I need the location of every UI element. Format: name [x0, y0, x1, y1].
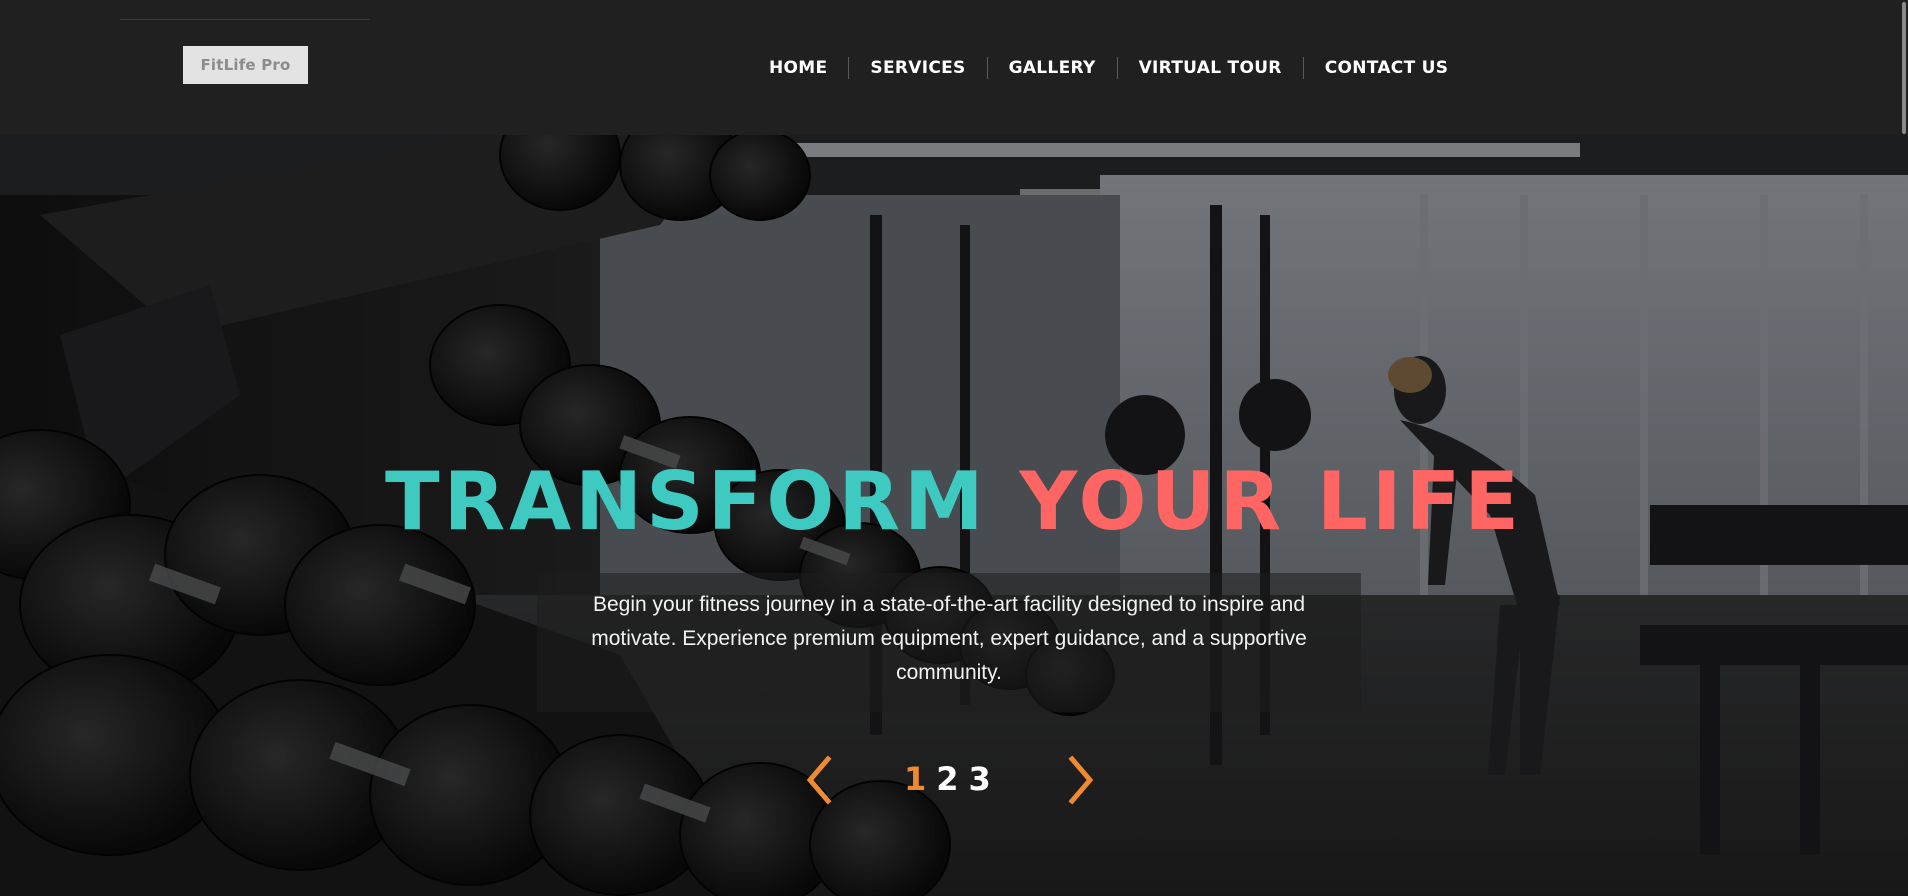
- nav-contact-us[interactable]: CONTACT US: [1304, 57, 1470, 79]
- hero-description: Begin your fitness journey in a state-of…: [591, 593, 1307, 684]
- site-logo[interactable]: FitLife Pro: [183, 46, 308, 84]
- hero-title-highlight-2: YOUR LIFE: [1019, 455, 1523, 548]
- chevron-left-icon[interactable]: [800, 755, 840, 805]
- slide-page-2[interactable]: 2: [936, 757, 958, 801]
- slider-controls: 1 2 3: [0, 755, 1908, 805]
- scrollbar-thumb[interactable]: [1902, 2, 1906, 134]
- main-nav: HOME SERVICES GALLERY VIRTUAL TOUR CONTA…: [748, 52, 1469, 84]
- slide-page-3[interactable]: 3: [969, 757, 991, 801]
- slider-pagination: 1 2 3: [904, 757, 991, 801]
- hero-title-highlight-1: TRANSFORM: [385, 455, 988, 548]
- hero-section: TRANSFORM YOUR LIFE Begin your fitness j…: [0, 135, 1908, 896]
- nav-gallery[interactable]: GALLERY: [988, 57, 1117, 79]
- hero-title: TRANSFORM YOUR LIFE: [0, 455, 1908, 548]
- page-scrollbar[interactable]: [1898, 0, 1908, 896]
- chevron-right-icon[interactable]: [1060, 755, 1100, 805]
- header-divider: [120, 19, 370, 20]
- site-header: FitLife Pro HOME SERVICES GALLERY VIRTUA…: [0, 0, 1908, 135]
- nav-services[interactable]: SERVICES: [849, 57, 986, 79]
- page: FitLife Pro HOME SERVICES GALLERY VIRTUA…: [0, 0, 1908, 896]
- nav-home[interactable]: HOME: [748, 57, 848, 79]
- hero-description-box: Begin your fitness journey in a state-of…: [537, 573, 1361, 712]
- slide-page-1[interactable]: 1: [904, 757, 926, 801]
- nav-virtual-tour[interactable]: VIRTUAL TOUR: [1118, 57, 1303, 79]
